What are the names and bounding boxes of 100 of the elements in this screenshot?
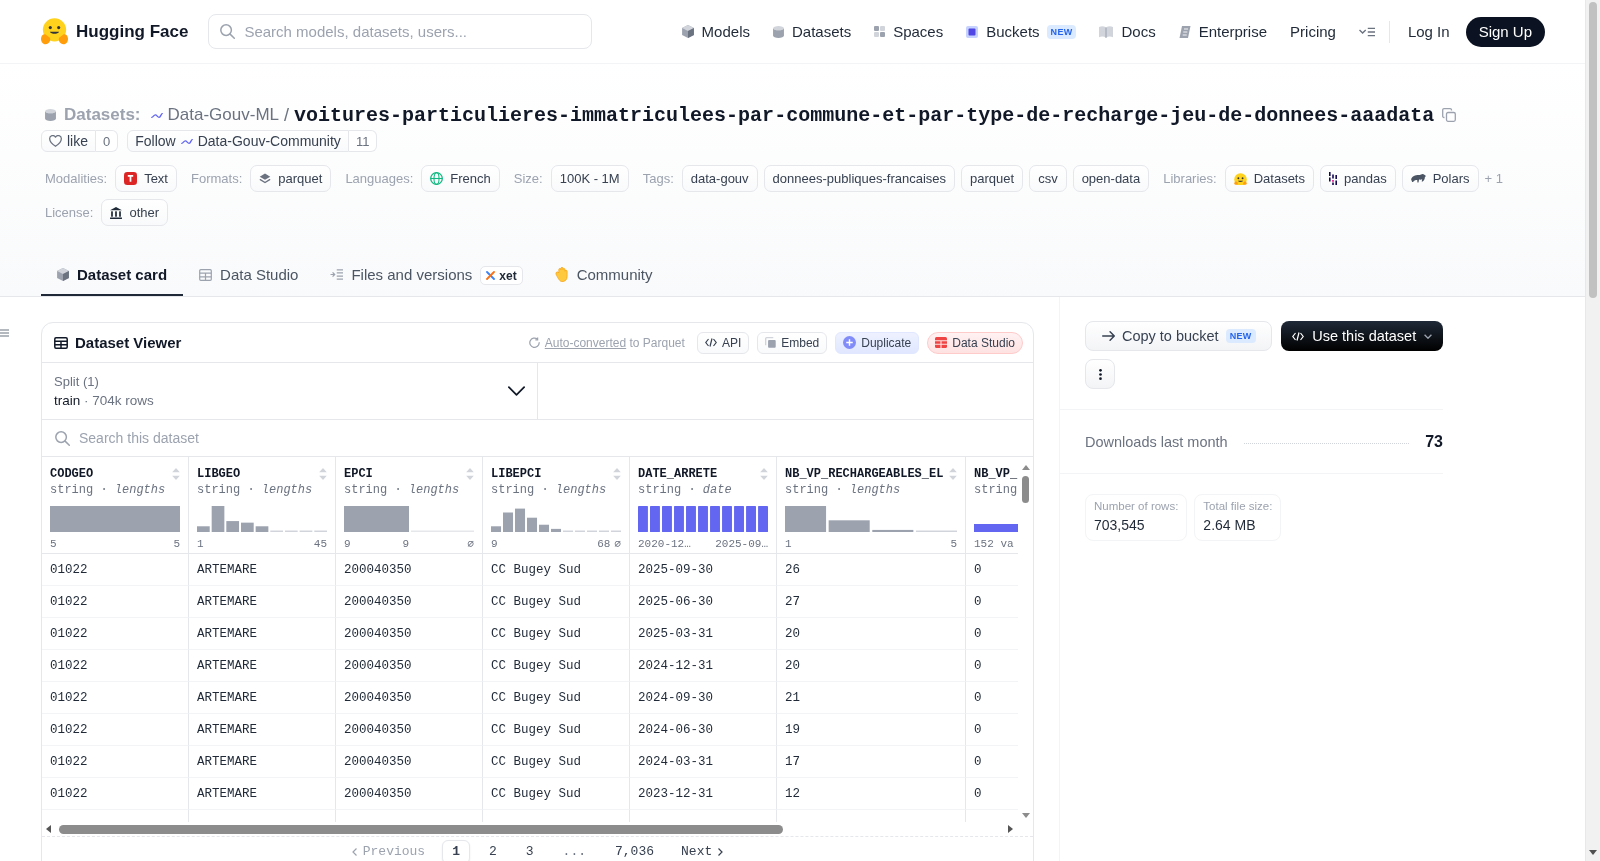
nav-link[interactable]: Pricing [1290, 23, 1336, 40]
metadata-label: Languages: [345, 171, 414, 186]
stat-value: 703,545 [1094, 517, 1146, 533]
sort-icon[interactable] [613, 468, 621, 480]
smiley-logo-icon [41, 18, 68, 45]
table-cell: 2024-09-30 [630, 682, 777, 714]
menu-icon[interactable] [0, 329, 9, 337]
follow-button[interactable]: Follow Data-Gouv-Community [127, 130, 349, 152]
tab[interactable]: Dataset card [41, 255, 184, 296]
column-name: EPCI [344, 467, 373, 481]
embed-button[interactable]: Embed [757, 331, 828, 354]
menu-button[interactable] [1358, 26, 1375, 37]
list-icon [330, 269, 344, 280]
use-dataset-button[interactable]: Use this dataset [1281, 321, 1443, 351]
page-link[interactable]: 1 [442, 839, 470, 861]
page-link[interactable]: 2 [479, 839, 507, 861]
nav-link[interactable]: Buckets [966, 23, 1040, 40]
tag-chip[interactable]: parquet [250, 165, 332, 192]
signup-button[interactable]: Sign Up [1465, 16, 1545, 47]
heart-icon [49, 135, 62, 147]
table-icon [54, 336, 68, 349]
sort-icon[interactable] [760, 468, 768, 480]
page-link[interactable]: 7,036 [605, 839, 665, 861]
tag-chip[interactable]: parquet [961, 165, 1024, 192]
login-link[interactable]: Log In [1407, 23, 1450, 40]
search-field[interactable]: Search models, datasets, users... [208, 14, 593, 49]
copy-button[interactable] [1442, 108, 1457, 122]
table-cell: 2025-09-30 [630, 554, 777, 586]
page-link[interactable]: 3 [515, 839, 544, 861]
api-button[interactable]: API [696, 331, 750, 354]
database-icon [45, 109, 56, 121]
sort-icon[interactable] [466, 468, 474, 480]
tab[interactable]: Files and versions [314, 255, 481, 296]
range-label: 5 [950, 537, 957, 551]
range-label: 5 [173, 537, 180, 551]
tag-chip[interactable]: Text [115, 165, 177, 192]
range-label: 9 [402, 537, 409, 551]
stat-label: Number of rows: [1094, 500, 1179, 512]
like-button[interactable]: like [41, 130, 96, 152]
nav-link[interactable]: Docs [1099, 23, 1156, 40]
chevron-down-icon [508, 386, 525, 396]
table-cell: ARTEMARE [189, 586, 336, 618]
logo-link[interactable]: Hugging Face [41, 18, 189, 45]
layers-icon [259, 173, 272, 184]
next-page-link[interactable]: Next [673, 844, 732, 859]
tag-chip[interactable]: data-gouv [681, 165, 758, 192]
table-cell: 2025-03-31 [630, 618, 777, 650]
table-cell: 0 [966, 618, 1018, 650]
smiley-icon [1233, 172, 1247, 185]
tag-chip[interactable]: csv [1029, 165, 1067, 192]
page-scrollbar[interactable] [1585, 0, 1600, 861]
split-dropdown[interactable]: Split (1) train · 704k rows [42, 363, 538, 419]
tag-chip[interactable]: donnees-publiques-francaises [763, 165, 956, 192]
range-label: 1 [197, 537, 204, 551]
tag-chip[interactable]: 100K - 1M [550, 165, 629, 192]
code-icon [1292, 331, 1305, 341]
table-cell: 200040350 [336, 586, 483, 618]
tag-chip[interactable]: Datasets [1224, 165, 1314, 192]
tag-chip[interactable]: other [101, 199, 169, 226]
menu-icon [1358, 26, 1375, 37]
nav-link[interactable]: Enterprise [1178, 23, 1268, 40]
table-cell: 12 [777, 778, 966, 810]
tag-chip[interactable]: open-data [1072, 165, 1150, 192]
table-cell: 19 [777, 714, 966, 746]
table-cell: ARTEMARE [189, 554, 336, 586]
owner-link[interactable]: Data-Gouv-ML [150, 105, 280, 125]
nav-link[interactable]: Datasets [772, 23, 852, 40]
table-cell: 2023-12-31 [630, 778, 777, 810]
table-cell: CC Bugey Sud [483, 650, 630, 682]
column-name: LIBEPCI [491, 467, 542, 481]
nav-link[interactable]: Models [681, 23, 750, 40]
code-icon [704, 338, 717, 347]
table-cell: ARTEMARE [189, 650, 336, 682]
tag-chip[interactable]: Polars [1401, 165, 1479, 192]
tag-chip[interactable]: pandas [1320, 165, 1396, 192]
duplicate-button[interactable]: Duplicate [835, 331, 920, 354]
table-cell: 200040350 [336, 714, 483, 746]
tag-chip[interactable]: French [421, 165, 500, 192]
more-button[interactable] [1085, 359, 1115, 389]
tab[interactable]: Community [538, 255, 669, 296]
table-cell: 0 [966, 650, 1018, 682]
column-type: string · lengths [785, 482, 902, 498]
chevron-right-icon [718, 847, 724, 856]
table-cell: 2024-03-31 [630, 746, 777, 778]
table-cell: 01022 [42, 618, 189, 650]
sort-icon[interactable] [172, 468, 180, 480]
dataset-name: voitures-particulieres-immatriculees-par-commune-et-par-type-de-recharge-jeu-de-donnees-aaadata [294, 103, 1435, 127]
new-badge: NEW [1225, 329, 1256, 343]
data-studio-button[interactable]: Data Studio [927, 331, 1023, 354]
metadata-label: Size: [513, 171, 543, 186]
range-label: 1 [785, 537, 792, 551]
copy-to-bucket-button[interactable]: Copy to bucket NEW [1085, 321, 1273, 351]
column-type: string · date [638, 482, 733, 498]
table-cell: 01022 [42, 778, 189, 810]
tab[interactable]: Data Studio [183, 255, 315, 296]
nav-link[interactable]: Spaces [874, 23, 944, 40]
sort-icon[interactable] [319, 468, 327, 480]
dataset-search-field[interactable]: Search this dataset [42, 420, 1033, 457]
sort-icon[interactable] [949, 468, 957, 480]
badge-label: xet [499, 268, 517, 283]
